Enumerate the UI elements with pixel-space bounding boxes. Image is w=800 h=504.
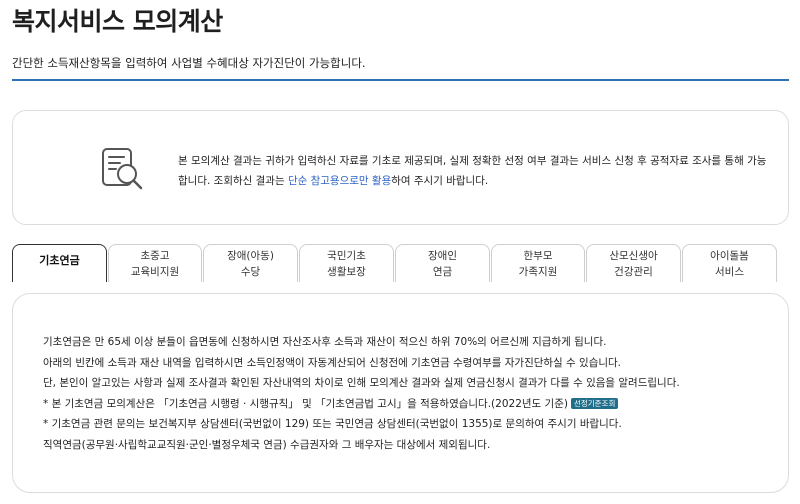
tab-label-line1: 아이돌봄 [710,250,749,262]
tab-label-line2: 생활보장 [327,266,366,278]
content-line-with-badge: * 본 기초연금 모의계산은 「기초연금 시행령 · 시행규칙」 및 「기초연금… [43,394,773,415]
notice-highlight-link: 단순 참고용으로만 활용 [287,175,392,187]
tab-label-line1: 초중고 [140,250,170,262]
tab-label-line2: 건강관리 [614,266,653,278]
tab-label-line1: 한부모 [523,250,553,262]
document-search-icon [102,148,143,190]
tab-child-care-service[interactable]: 아이돌봄서비스 [682,244,777,282]
title-divider [12,79,789,81]
tab-label-line1: 국민기초 [327,250,366,262]
content-line: 단, 본인이 알고있는 사항과 실제 조사결과 확인된 자산내역의 차이로 인해… [43,377,680,389]
tab-basic-livelihood[interactable]: 국민기초생활보장 [299,244,394,282]
tab-label-line1: 장애인 [428,250,457,262]
content-line: 직역연금(공무원·사립학교교직원·군인·별정우체국 연금) 수급권자와 그 배우… [43,438,491,451]
criteria-lookup-button[interactable]: 선정기준조회 [570,397,619,409]
tab-disability-child-allowance[interactable]: 장애(아동) 수당 [203,244,298,282]
service-tabs: 기초연금 초중고교육비지원 장애(아동) 수당 국민기초생활보장 장애인연금 한부… [12,244,789,282]
content-line: * 본 기초연금 모의계산은 「기초연금 시행령 · 시행규칙」 및 「기초연금… [43,397,568,410]
page-description: 간단한 소득재산항목을 입력하여 사업별 수혜대상 자가진단이 가능합니다. [12,56,366,70]
content-line: 기초연금은 만 65세 이상 분들이 읍면동에 신청하시면 자산조사후 소득과 … [43,336,607,348]
tab-label: 기초연금 [39,254,80,267]
content-line: * 기초연금 관련 문의는 보건복지부 상담센터(국번없이 129) 또는 국민… [43,418,622,430]
tab-single-parent-support[interactable]: 한부모가족지원 [491,244,585,282]
tab-label-line2: 연금 [432,266,453,278]
tab-education-support[interactable]: 초중고교육비지원 [108,244,202,282]
tab-label-line1: 산모신생아 [609,250,658,262]
notice-text-part2: 하여 주시기 바랍니다. [391,175,489,187]
tab-maternal-newborn-care[interactable]: 산모신생아건강관리 [586,244,681,282]
content-text: 기초연금은 만 65세 이상 분들이 읍면동에 신청하시면 자산조사후 소득과 … [43,332,773,455]
tab-label-line2: 서비스 [715,266,744,278]
tab-label-line2: 교육비지원 [130,266,180,278]
tab-label-line1: 장애(아동) [227,250,274,262]
page-title: 복지서비스 모의계산 [12,7,223,36]
content-panel: 기초연금은 만 65세 이상 분들이 읍면동에 신청하시면 자산조사후 소득과 … [12,293,789,493]
notice-box: 본 모의계산 결과는 귀하가 입력하신 자료를 기초로 제공되며, 실제 정확한… [12,110,789,225]
content-line: 아래의 빈칸에 소득과 재산 내역을 입력하시면 소득인정액이 자동계산되어 신… [43,356,622,369]
notice-text: 본 모의계산 결과는 귀하가 입력하신 자료를 기초로 제공되며, 실제 정확한… [178,151,768,191]
tab-label-line2: 수당 [240,266,261,278]
tab-basic-pension[interactable]: 기초연금 [12,244,107,282]
tab-label-line2: 가족지원 [518,266,558,278]
tab-disability-pension[interactable]: 장애인연금 [395,244,490,282]
